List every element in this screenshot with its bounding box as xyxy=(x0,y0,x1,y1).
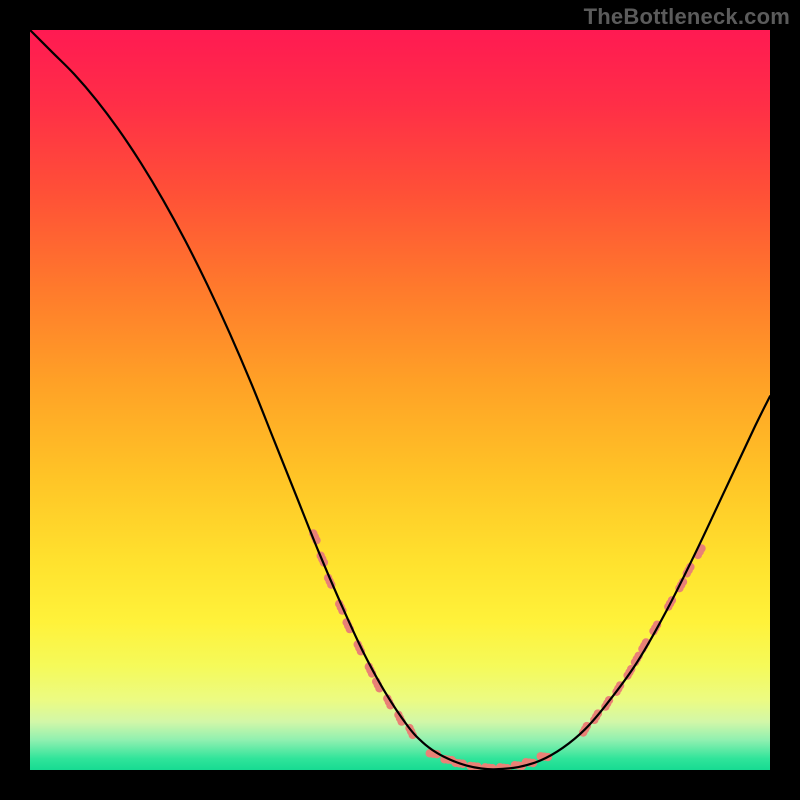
watermark-text: TheBottleneck.com xyxy=(584,4,790,30)
curve-layer xyxy=(30,30,770,770)
bottleneck-curve xyxy=(30,30,770,769)
plot-area xyxy=(30,30,770,770)
chart-frame: TheBottleneck.com xyxy=(0,0,800,800)
marker-group xyxy=(309,529,706,770)
